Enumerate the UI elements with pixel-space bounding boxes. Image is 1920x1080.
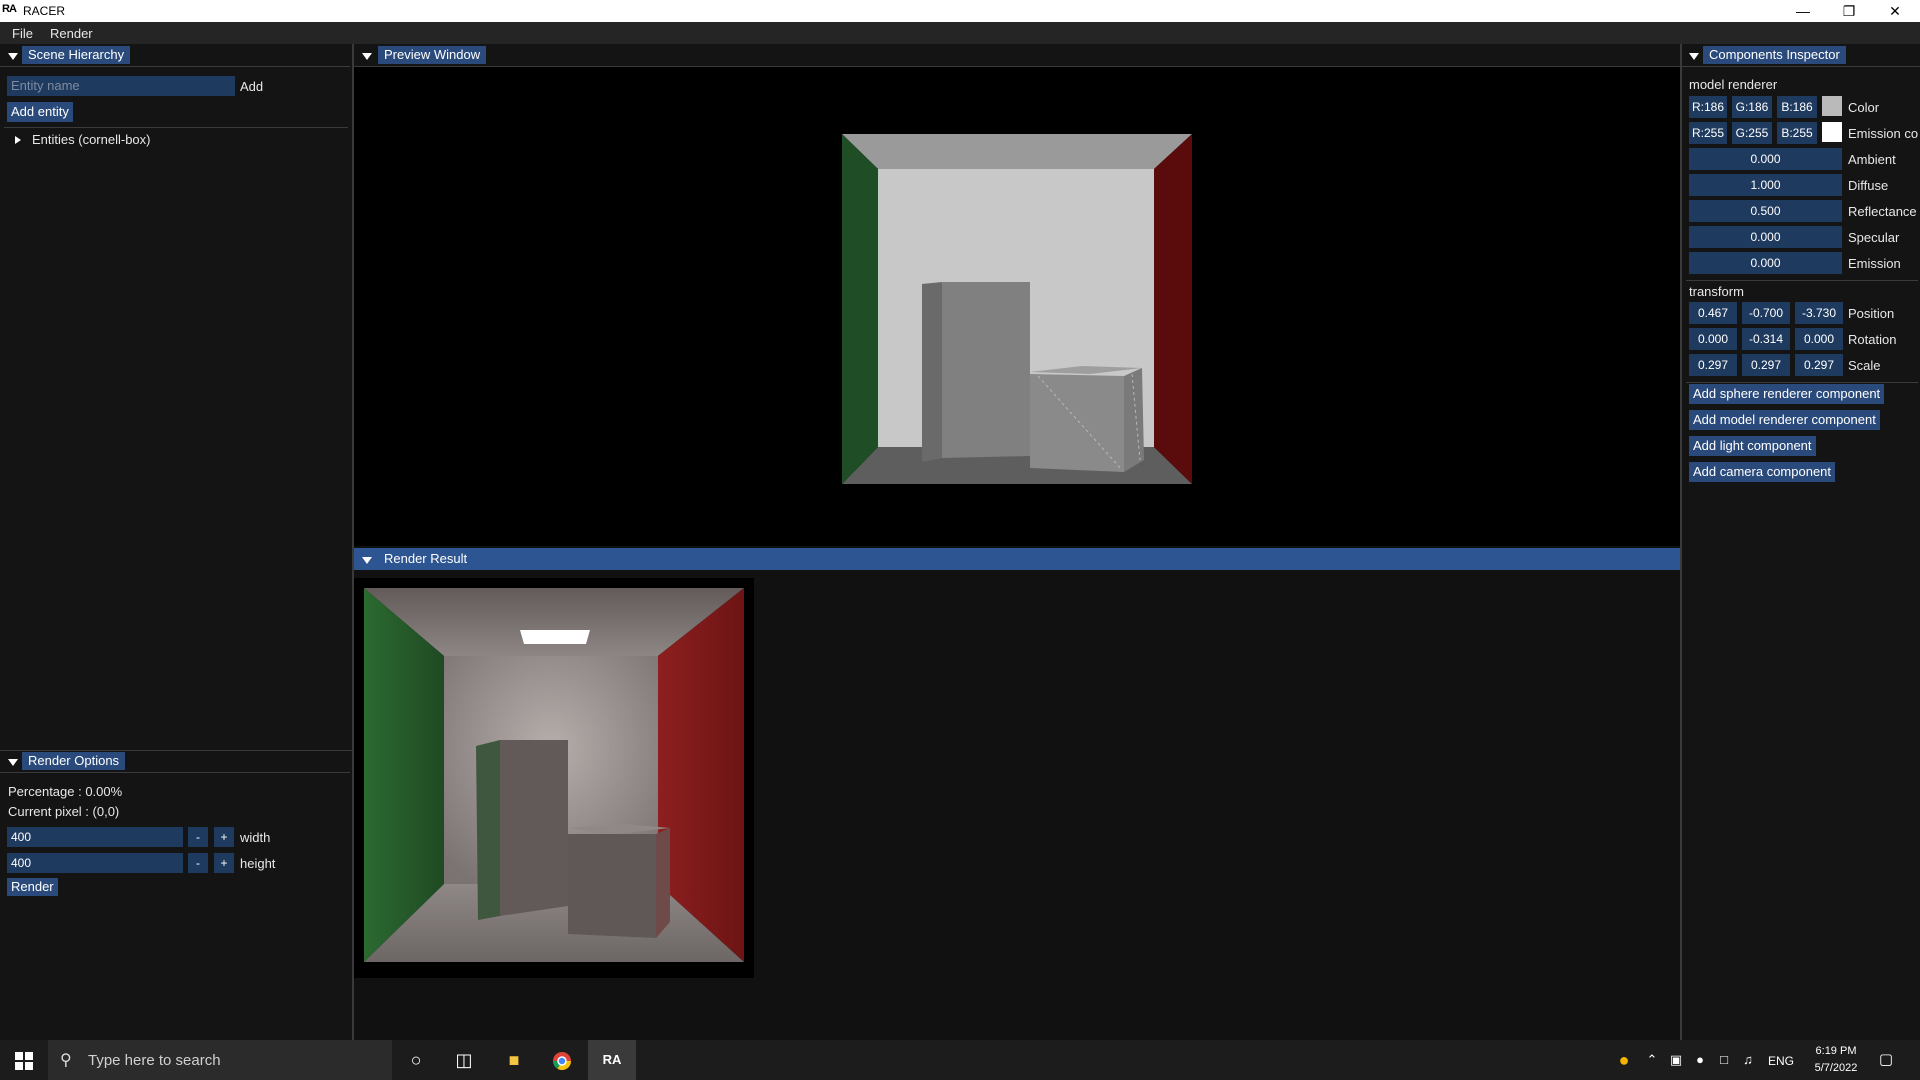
file-explorer-icon[interactable]: ■	[490, 1040, 538, 1080]
render-result-panel: Render Result	[354, 548, 1680, 1040]
menu-bar: File Render	[0, 22, 1920, 44]
app-icon: RA	[2, 3, 17, 15]
transform-title: transform	[1689, 284, 1744, 299]
restore-icon[interactable]: ❐	[1826, 0, 1872, 22]
percentage-text: Percentage : 0.00%	[8, 784, 123, 799]
emission-color-swatch[interactable]	[1822, 122, 1842, 142]
preview-viewport[interactable]	[842, 134, 1192, 484]
search-placeholder: Type here to search	[88, 1052, 221, 1069]
render-options-panel: Render Options Percentage : 0.00% Curren…	[0, 750, 352, 1040]
preview-window-panel: Preview Window	[354, 44, 1680, 546]
collapse-icon[interactable]	[1689, 53, 1699, 60]
search-icon: ⚲	[60, 1052, 72, 1069]
emission-b-field[interactable]: B:255	[1777, 122, 1817, 144]
height-input[interactable]: 400	[7, 853, 183, 873]
render-result-title: Render Result	[378, 550, 474, 568]
close-icon[interactable]: ✕	[1872, 0, 1918, 22]
position-y-field[interactable]: -0.700	[1742, 302, 1790, 324]
chevron-up-icon[interactable]: ⌃	[1640, 1040, 1664, 1080]
add-label[interactable]: Add	[240, 79, 263, 94]
taskbar-search-box[interactable]: ⚲ Type here to search	[48, 1040, 392, 1080]
add-model-renderer-button[interactable]: Add model renderer component	[1689, 410, 1880, 430]
scale-y-field[interactable]: 0.297	[1742, 354, 1790, 376]
width-minus-button[interactable]: -	[188, 827, 208, 847]
chrome-icon[interactable]	[538, 1040, 586, 1080]
ambient-label: Ambient	[1848, 152, 1896, 167]
scene-hierarchy-panel: Scene Hierarchy Add Add entity Entities …	[0, 44, 352, 750]
width-label: width	[240, 830, 271, 845]
position-x-field[interactable]: 0.467	[1689, 302, 1737, 324]
emission-g-field[interactable]: G:255	[1732, 122, 1772, 144]
width-plus-button[interactable]: +	[214, 827, 234, 847]
language-indicator[interactable]: ENG	[1768, 1054, 1794, 1068]
add-camera-component-button[interactable]: Add camera component	[1689, 462, 1836, 482]
entity-name-input[interactable]	[7, 76, 235, 96]
specular-field[interactable]: 0.000	[1689, 226, 1842, 248]
model-renderer-title: model renderer	[1689, 77, 1778, 92]
current-pixel-text: Current pixel : (0,0)	[8, 804, 120, 819]
height-label: height	[240, 856, 276, 871]
scale-label: Scale	[1848, 358, 1881, 373]
rotation-x-field[interactable]: 0.000	[1689, 328, 1737, 350]
render-button[interactable]: Render	[7, 878, 58, 896]
add-sphere-renderer-button[interactable]: Add sphere renderer component	[1689, 384, 1885, 404]
collapse-icon[interactable]	[362, 53, 372, 60]
color-r-field[interactable]: R:186	[1689, 96, 1727, 118]
position-z-field[interactable]: -3.730	[1795, 302, 1843, 324]
title-bar: RA RACER — ❐ ✕	[0, 0, 1920, 22]
collapse-icon[interactable]	[362, 557, 372, 564]
color-swatch[interactable]	[1822, 96, 1842, 116]
windows-start-icon[interactable]	[0, 1040, 48, 1080]
cortana-icon[interactable]: ○	[392, 1040, 440, 1080]
racer-app-icon[interactable]: RA	[588, 1040, 636, 1080]
volume-icon[interactable]: ♫	[1736, 1040, 1760, 1080]
position-label: Position	[1848, 306, 1895, 321]
render-options-title: Render Options	[22, 752, 126, 770]
emission-color-label: Emission co	[1848, 126, 1919, 141]
components-inspector-title: Components Inspector	[1703, 46, 1846, 64]
clock-date[interactable]: 5/7/2022	[1808, 1062, 1864, 1074]
rotation-y-field[interactable]: -0.314	[1742, 328, 1790, 350]
task-view-icon[interactable]: ◫	[440, 1040, 488, 1080]
collapse-icon[interactable]	[8, 53, 18, 60]
diffuse-field[interactable]: 1.000	[1689, 174, 1842, 196]
collapse-icon[interactable]	[8, 759, 18, 766]
tree-entities-root[interactable]: Entities (cornell-box)	[32, 132, 151, 147]
emission-label: Emission	[1848, 256, 1901, 271]
height-minus-button[interactable]: -	[188, 853, 208, 873]
clock-time[interactable]: 6:19 PM	[1808, 1045, 1864, 1057]
expand-icon[interactable]	[15, 136, 21, 144]
emission-r-field[interactable]: R:255	[1689, 122, 1727, 144]
minimize-icon[interactable]: —	[1780, 0, 1826, 22]
reflectance-field[interactable]: 0.500	[1689, 200, 1842, 222]
diffuse-label: Diffuse	[1848, 178, 1889, 193]
width-input[interactable]: 400	[7, 827, 183, 847]
reflectance-label: Reflectance	[1848, 204, 1917, 219]
ambient-field[interactable]: 0.000	[1689, 148, 1842, 170]
scale-x-field[interactable]: 0.297	[1689, 354, 1737, 376]
menu-file[interactable]: File	[12, 26, 33, 41]
window-title: RACER	[23, 4, 66, 18]
color-label: Color	[1848, 100, 1880, 115]
wifi-icon[interactable]: □	[1712, 1040, 1736, 1080]
color-g-field[interactable]: G:186	[1732, 96, 1772, 118]
network-device-icon[interactable]: ▣	[1664, 1040, 1688, 1080]
menu-render[interactable]: Render	[50, 26, 93, 41]
microphone-icon[interactable]: ●	[1688, 1040, 1712, 1080]
rotation-z-field[interactable]: 0.000	[1795, 328, 1843, 350]
components-inspector-panel: Components Inspector model renderer R:18…	[1682, 44, 1920, 1040]
add-light-component-button[interactable]: Add light component	[1689, 436, 1816, 456]
emission-field[interactable]: 0.000	[1689, 252, 1842, 274]
height-plus-button[interactable]: +	[214, 853, 234, 873]
scale-z-field[interactable]: 0.297	[1795, 354, 1843, 376]
rotation-label: Rotation	[1848, 332, 1897, 347]
add-entity-button[interactable]: Add entity	[7, 102, 73, 122]
color-b-field[interactable]: B:186	[1777, 96, 1817, 118]
scene-hierarchy-title: Scene Hierarchy	[22, 46, 131, 64]
specular-label: Specular	[1848, 230, 1900, 245]
notifications-icon[interactable]: ▢	[1866, 1040, 1906, 1080]
render-result-image	[354, 578, 754, 978]
preview-window-title: Preview Window	[378, 46, 487, 64]
